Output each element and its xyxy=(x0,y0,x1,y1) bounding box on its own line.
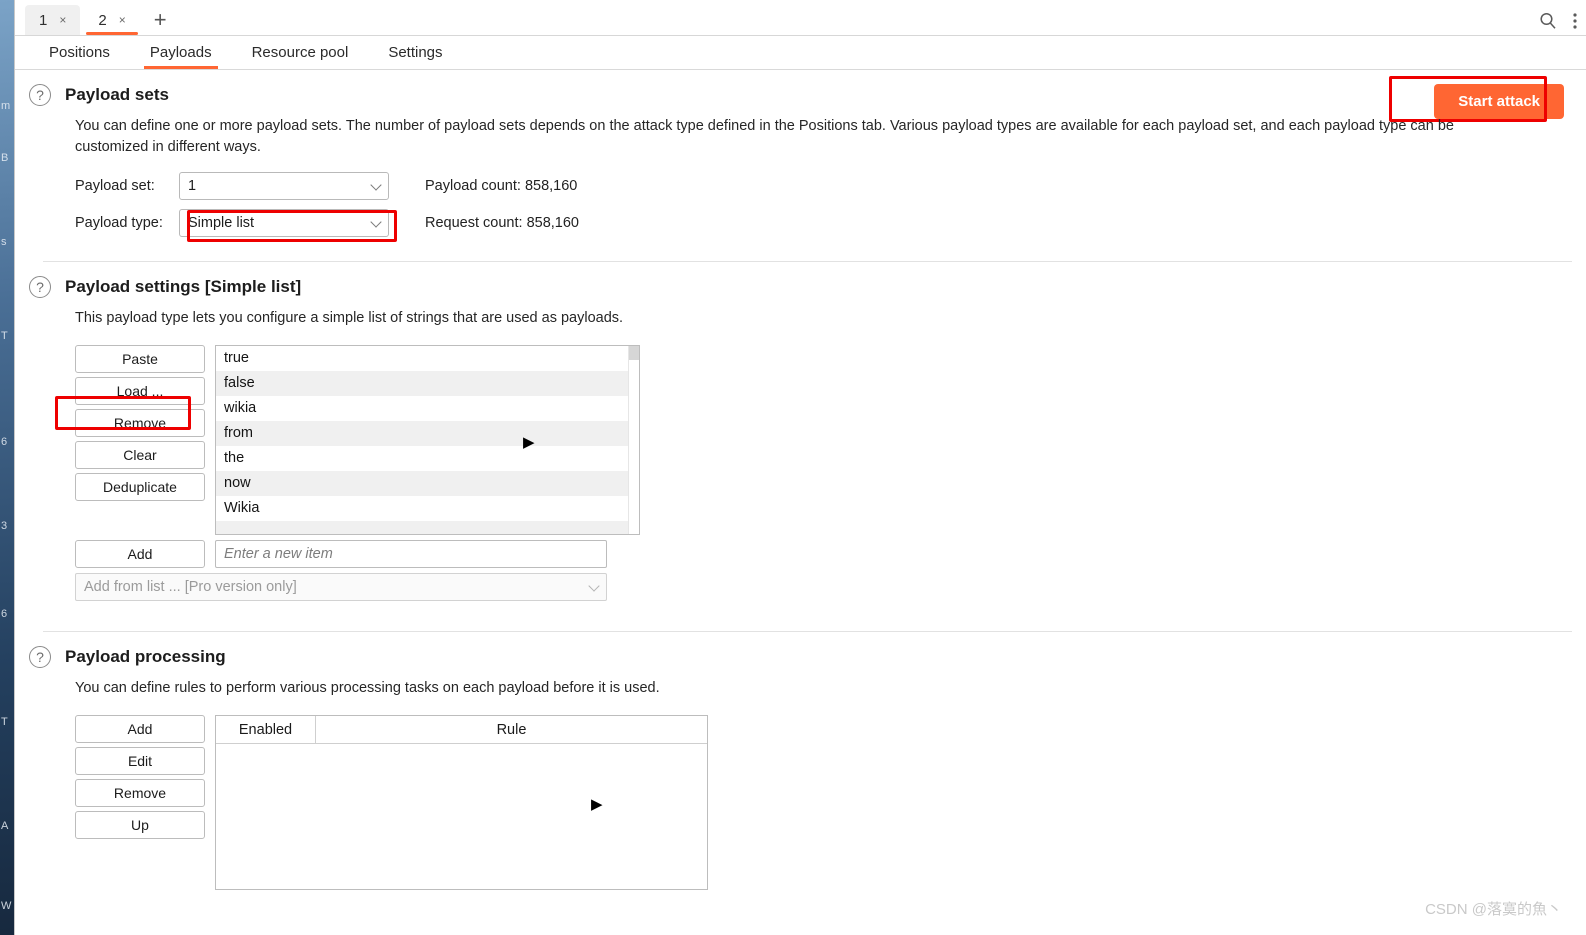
add-item-row: Add xyxy=(75,540,1586,569)
burp-intruder-window: 1 × 2 × + Positions Payloads Resource po… xyxy=(14,0,1586,935)
deduplicate-button[interactable]: Deduplicate xyxy=(75,473,205,502)
list-item[interactable]: from xyxy=(216,421,639,447)
background-text-fragment: B xyxy=(1,152,9,164)
attack-tab-2[interactable]: 2 × xyxy=(84,5,140,35)
payload-set-combo[interactable]: 1 xyxy=(179,172,389,201)
paste-button[interactable]: Paste xyxy=(75,345,205,374)
attack-tab-label: 2 xyxy=(98,11,107,29)
background-text-fragment: A xyxy=(1,820,9,832)
new-item-input[interactable] xyxy=(215,540,607,569)
background-text-fragment: 6 xyxy=(1,436,8,448)
payload-type-value: Simple list xyxy=(188,215,255,232)
attack-tab-label: 1 xyxy=(39,11,48,29)
payload-settings-description: This payload type lets you configure a s… xyxy=(75,310,624,327)
tab-positions[interactable]: Positions xyxy=(29,36,130,69)
payload-type-label: Payload type: xyxy=(75,215,163,232)
payload-list-scrollbar[interactable] xyxy=(628,346,639,535)
payload-settings-title: Payload settings [Simple list] xyxy=(65,277,302,297)
attack-tab-strip: 1 × 2 × + xyxy=(15,0,1586,36)
payload-processing-buttons: Add Edit Remove Up xyxy=(75,715,205,840)
list-item[interactable]: the xyxy=(216,446,639,471)
payload-processing-description: You can define rules to perform various … xyxy=(75,680,660,697)
remove-button[interactable]: Remove xyxy=(75,409,205,438)
simple-list-buttons: Paste Load ... Remove Clear Deduplicate xyxy=(75,345,205,502)
payload-sets-header: ? Payload sets xyxy=(29,70,1586,106)
request-count-label: Request count: 858,160 xyxy=(425,215,579,232)
tab-settings[interactable]: Settings xyxy=(368,36,462,69)
simple-list-editor: Paste Load ... Remove Clear Deduplicate … xyxy=(75,345,1586,602)
payload-processing-section: ? Payload processing You can define rule… xyxy=(15,632,1586,891)
payload-settings-section: ? Payload settings [Simple list] This pa… xyxy=(15,262,1586,633)
column-header-enabled: Enabled xyxy=(216,716,316,744)
payload-processing-editor: Add Edit Remove Up Enabled Rule ▶ xyxy=(75,715,1586,891)
intruder-section-tabs: Positions Payloads Resource pool Setting… xyxy=(15,36,1586,70)
payload-sets-description: You can define one or more payload sets.… xyxy=(75,118,1454,156)
payload-set-value: 1 xyxy=(188,178,197,195)
question-mark-icon[interactable]: ? xyxy=(29,646,51,669)
list-item[interactable]: true xyxy=(216,346,639,371)
attack-tab-1[interactable]: 1 × xyxy=(25,5,81,35)
list-item[interactable]: wikia xyxy=(216,396,639,421)
payload-sets-section: ? Payload sets You can define one or mor… xyxy=(15,70,1586,263)
payload-list[interactable]: true false wikia from the now Wikia xyxy=(215,345,640,536)
payload-sets-form: Payload set: 1 Payload count: 858,160 Pa… xyxy=(75,172,1586,238)
table-header-row: Enabled Rule xyxy=(216,716,707,745)
kebab-menu-icon[interactable] xyxy=(1572,11,1578,31)
payload-type-combo[interactable]: Simple list xyxy=(179,209,389,238)
new-tab-button[interactable]: + xyxy=(144,9,177,35)
tabstrip-actions xyxy=(1538,11,1578,31)
page-title: Payload sets xyxy=(65,85,169,104)
tab-payloads[interactable]: Payloads xyxy=(130,36,232,69)
simple-list-top: Paste Load ... Remove Clear Deduplicate … xyxy=(75,345,1586,536)
background-text-fragment: T xyxy=(1,716,8,728)
payloads-content: Start attack ? Payload sets You can defi… xyxy=(15,70,1586,935)
background-text-fragment: 6 xyxy=(1,608,8,620)
background-text-fragment: 3 xyxy=(1,520,8,532)
list-item-partial[interactable] xyxy=(216,521,639,535)
question-mark-icon[interactable]: ? xyxy=(29,84,51,106)
add-from-list-label: Add from list ... [Pro version only] xyxy=(84,579,297,596)
column-header-rule: Rule xyxy=(496,721,527,738)
clear-button[interactable]: Clear xyxy=(75,441,205,470)
list-item[interactable]: false xyxy=(216,371,639,397)
payload-processing-table[interactable]: Enabled Rule xyxy=(215,715,708,891)
payload-set-label: Payload set: xyxy=(75,178,155,195)
list-item[interactable]: Wikia xyxy=(216,496,639,521)
add-from-list-combo[interactable]: Add from list ... [Pro version only] xyxy=(75,573,607,602)
payload-processing-title: Payload processing xyxy=(65,647,226,667)
background-text-fragment: W xyxy=(1,900,12,912)
question-mark-icon[interactable]: ? xyxy=(29,276,51,299)
tab-resource-pool[interactable]: Resource pool xyxy=(232,36,369,69)
triangle-right-icon[interactable]: ▶ xyxy=(591,797,603,812)
background-text-fragment: T xyxy=(1,330,8,342)
background-text-fragment: m xyxy=(1,100,11,112)
pp-add-button[interactable]: Add xyxy=(75,715,205,744)
search-icon[interactable] xyxy=(1538,11,1558,31)
pp-up-button[interactable]: Up xyxy=(75,811,205,840)
chevron-down-icon xyxy=(588,580,600,592)
add-item-button[interactable]: Add xyxy=(75,540,205,569)
pp-edit-button[interactable]: Edit xyxy=(75,747,205,776)
payload-count-label: Payload count: 858,160 xyxy=(425,178,578,195)
payload-set-row: Payload set: 1 Payload count: 858,160 xyxy=(75,172,1586,201)
table-body xyxy=(216,744,707,890)
close-icon[interactable]: × xyxy=(119,13,126,27)
payload-processing-header: ? Payload processing xyxy=(29,632,1586,669)
payload-settings-header: ? Payload settings [Simple list] xyxy=(29,262,1586,299)
scrollbar-thumb[interactable] xyxy=(629,346,639,361)
triangle-right-icon[interactable]: ▶ xyxy=(523,435,535,450)
watermark: CSDN @落寞的魚丶 xyxy=(1425,901,1562,918)
background-text-fragment: s xyxy=(1,236,7,248)
payload-type-row: Payload type: Simple list Request count:… xyxy=(75,209,1586,238)
chevron-down-icon xyxy=(370,179,382,191)
load-button[interactable]: Load ... xyxy=(75,377,205,406)
pp-remove-button[interactable]: Remove xyxy=(75,779,205,808)
list-item[interactable]: now xyxy=(216,471,639,497)
close-icon[interactable]: × xyxy=(59,13,66,27)
chevron-down-icon xyxy=(370,216,382,228)
